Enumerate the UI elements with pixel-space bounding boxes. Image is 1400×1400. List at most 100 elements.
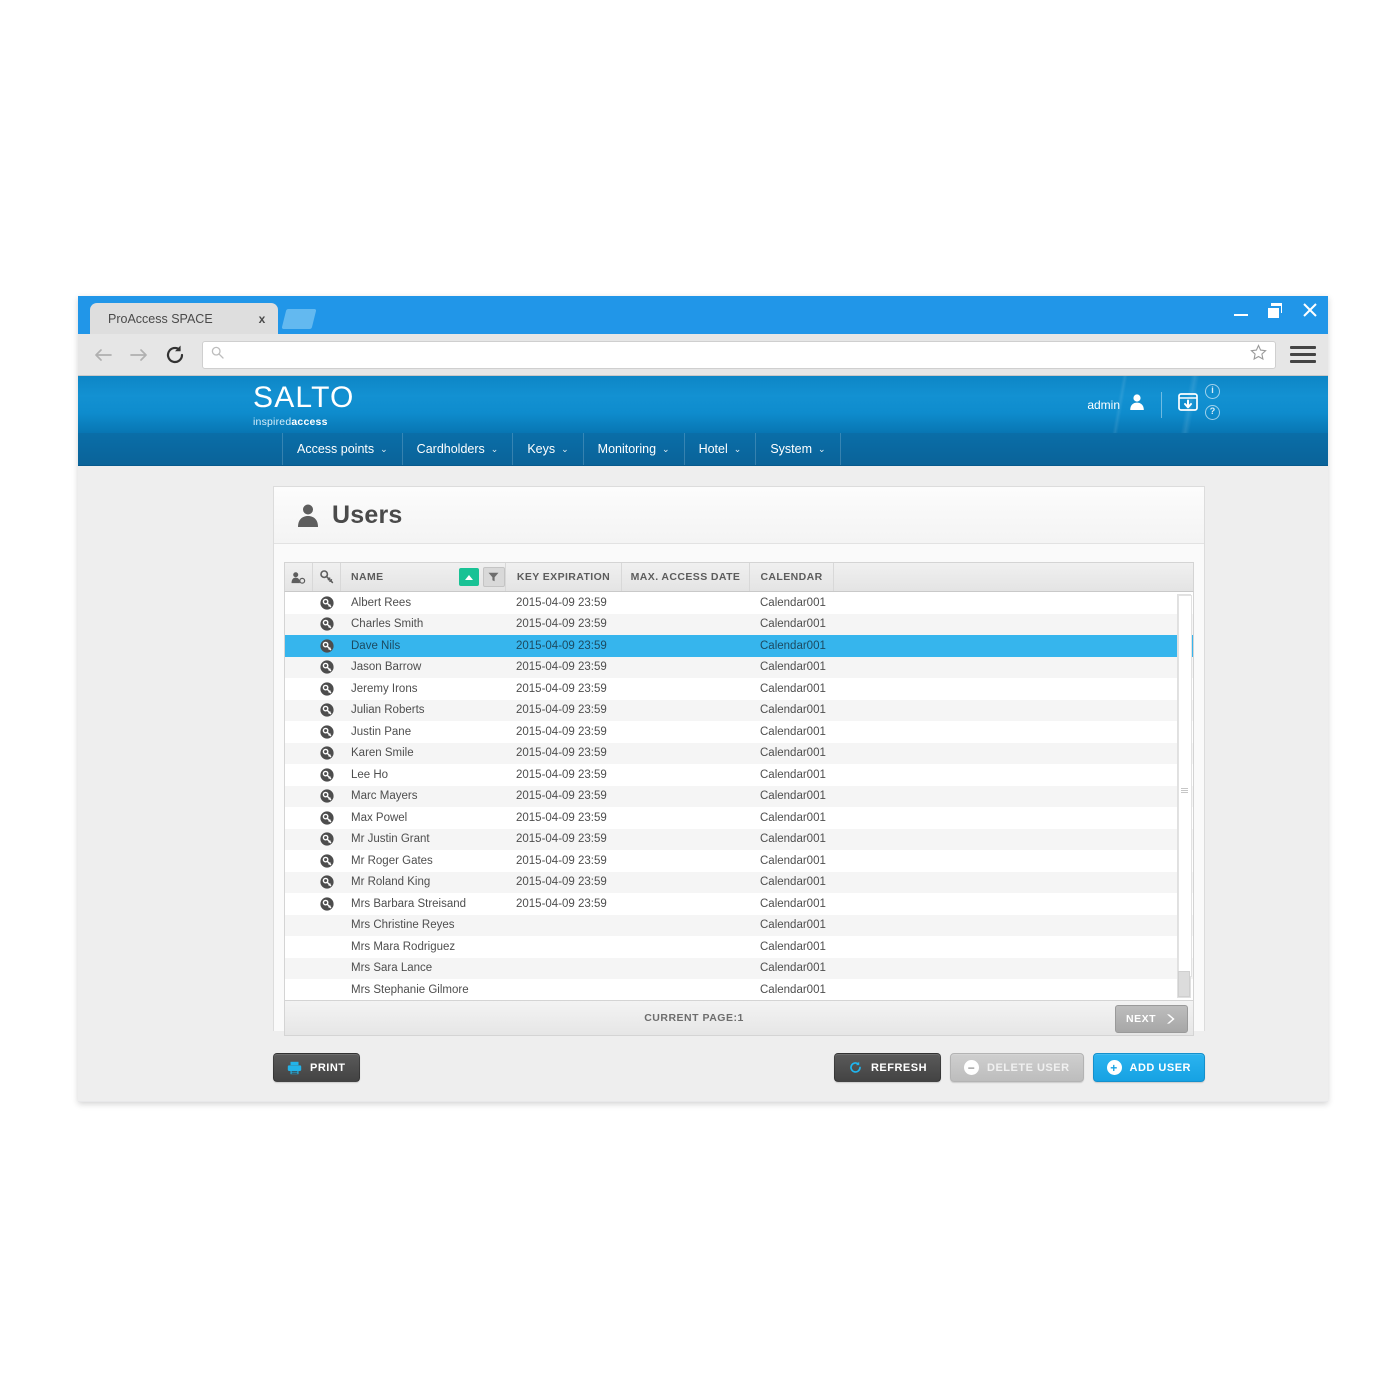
add-user-label: ADD USER: [1129, 1061, 1191, 1074]
row-calendar: Calendar001: [760, 897, 826, 910]
address-input[interactable]: [230, 346, 1244, 363]
column-header-max-access-date[interactable]: MAX. ACCESS DATE: [622, 563, 750, 591]
row-key-icon: [313, 875, 341, 889]
nav-item-system[interactable]: System ⌄: [756, 433, 841, 465]
header-divider: [1161, 391, 1162, 418]
row-name: Mr Roland King: [351, 876, 431, 889]
row-calendar: Calendar001: [760, 596, 826, 609]
row-calendar: Calendar001: [760, 618, 826, 631]
maximize-icon[interactable]: [1266, 300, 1286, 320]
row-name: Lee Ho: [351, 768, 389, 781]
browser-tab[interactable]: ProAccess SPACE x: [90, 303, 278, 334]
nav-item-access-points[interactable]: Access points ⌄: [282, 433, 403, 465]
action-bar: PRINT REFRESH − DELETE USER + ADD USER: [273, 1053, 1205, 1093]
user-avatar-icon[interactable]: [1127, 392, 1147, 417]
chevron-down-icon: ⌄: [818, 443, 826, 454]
filter-button[interactable]: [482, 567, 505, 587]
refresh-button[interactable]: REFRESH: [833, 1053, 942, 1082]
row-key-expiration: 2015-04-09 23:59: [516, 661, 607, 674]
table-row[interactable]: Mrs Mara Rodriguez Calendar001: [285, 936, 1193, 958]
back-arrow-icon[interactable]: [90, 342, 116, 368]
hamburger-menu-icon[interactable]: [1290, 346, 1316, 363]
row-name: Mrs Mara Rodriguez: [351, 940, 456, 953]
grid-vertical-scrollbar[interactable]: [1177, 594, 1192, 998]
next-page-label: NEXT: [1125, 1013, 1156, 1025]
application-area: SALTO inspiredaccess admin i ? Access po…: [78, 376, 1328, 1101]
row-calendar: Calendar001: [760, 919, 826, 932]
scrollbar-thumb[interactable]: [1178, 595, 1192, 977]
table-row[interactable]: Mrs Stephanie Gilmore Calendar001: [285, 979, 1193, 1000]
table-row[interactable]: Jason Barrow 2015-04-09 23:59 Calendar001: [285, 656, 1193, 678]
table-row[interactable]: Lee Ho 2015-04-09 23:59 Calendar001: [285, 764, 1193, 786]
info-icon[interactable]: i: [1205, 384, 1220, 399]
table-row[interactable]: Albert Rees 2015-04-09 23:59 Calendar001: [285, 592, 1193, 614]
row-key-icon: [313, 682, 341, 696]
row-calendar: Calendar001: [760, 833, 826, 846]
table-row[interactable]: Marc Mayers 2015-04-09 23:59 Calendar001: [285, 785, 1193, 807]
nav-item-keys[interactable]: Keys ⌄: [513, 433, 584, 465]
row-key-icon: [313, 639, 341, 653]
print-label: PRINT: [310, 1061, 346, 1074]
row-key-expiration: 2015-04-09 23:59: [516, 854, 607, 867]
chevron-down-icon: ⌄: [490, 443, 499, 454]
add-user-button[interactable]: + ADD USER: [1092, 1053, 1205, 1082]
nav-label: Keys: [527, 442, 556, 456]
row-calendar: Calendar001: [760, 639, 826, 652]
row-key-icon: [313, 596, 341, 610]
reload-icon[interactable]: [162, 342, 188, 368]
print-button[interactable]: PRINT: [273, 1053, 360, 1082]
header-right-group: admin: [1087, 376, 1200, 433]
minimize-icon[interactable]: [1232, 300, 1252, 320]
column-header-user-key[interactable]: [285, 563, 313, 591]
table-row[interactable]: Mrs Barbara Streisand 2015-04-09 23:59 Cal…: [285, 893, 1193, 915]
row-key-expiration: 2015-04-09 23:59: [516, 704, 607, 717]
table-row[interactable]: Mr Roland King 2015-04-09 23:59 Calendar00…: [285, 871, 1193, 893]
nav-item-monitoring[interactable]: Monitoring ⌄: [584, 433, 685, 465]
row-key-expiration: 2015-04-09 23:59: [516, 833, 607, 846]
row-name: Max Powel: [351, 811, 408, 824]
content-panel: Users NAME KEY EXPIRATION MAX. ACCESS DA…: [273, 486, 1205, 1036]
table-row[interactable]: Charles Smith 2015-04-09 23:59 Calendar001: [285, 613, 1193, 635]
table-row[interactable]: Jeremy Irons 2015-04-09 23:59 Calendar001: [285, 678, 1193, 700]
table-row[interactable]: Justin Pane 2015-04-09 23:59 Calendar001: [285, 721, 1193, 743]
row-calendar: Calendar001: [760, 747, 826, 760]
column-header-key-expiration[interactable]: KEY EXPIRATION: [506, 563, 622, 591]
nav-item-cardholders[interactable]: Cardholders ⌄: [403, 433, 514, 465]
table-row[interactable]: Mr Roger Gates 2015-04-09 23:59 Calendar00…: [285, 850, 1193, 872]
table-row[interactable]: Mr Justin Grant 2015-04-09 23:59 Calendar0…: [285, 828, 1193, 850]
row-key-icon: [313, 746, 341, 760]
delete-user-button[interactable]: − DELETE USER: [950, 1053, 1084, 1082]
close-icon[interactable]: [1300, 300, 1320, 320]
printer-icon: [287, 1061, 302, 1075]
row-name: Jeremy Irons: [351, 682, 418, 695]
table-row[interactable]: Dave Nils 2015-04-09 23:59 Calendar001: [285, 635, 1193, 657]
table-row[interactable]: Karen Smile 2015-04-09 23:59 Calendar001: [285, 742, 1193, 764]
new-tab-button[interactable]: [281, 309, 317, 329]
chevron-down-icon: ⌄: [380, 443, 388, 454]
screenshot-stage: ProAccess SPACE x SALTO inspiredaccess a…: [0, 0, 1400, 1400]
nav-item-hotel[interactable]: Hotel ⌄: [685, 433, 757, 465]
table-row[interactable]: Mrs Sara Lance Calendar001: [285, 957, 1193, 979]
address-bar[interactable]: [202, 340, 1276, 369]
forward-arrow-icon[interactable]: [126, 342, 152, 368]
help-icon[interactable]: ?: [1205, 405, 1220, 420]
close-icon[interactable]: x: [254, 312, 270, 326]
scrollbar-bottom-button[interactable]: [1178, 971, 1190, 997]
sort-ascending-button[interactable]: [458, 568, 479, 586]
column-header-calendar[interactable]: CALENDAR: [750, 563, 834, 591]
row-calendar: Calendar001: [760, 854, 826, 867]
download-install-icon[interactable]: [1176, 390, 1200, 419]
table-row[interactable]: Max Powel 2015-04-09 23:59 Calendar001: [285, 807, 1193, 829]
column-header-key[interactable]: [313, 563, 341, 591]
row-name: Mrs Christine Reyes: [351, 919, 455, 932]
logo-tagline-light: inspired: [253, 416, 292, 428]
nav-label: Hotel: [698, 442, 728, 456]
chevron-right-icon: [1167, 1014, 1175, 1024]
column-header-name[interactable]: NAME: [341, 563, 458, 591]
nav-label: Cardholders: [416, 442, 485, 456]
refresh-icon: [848, 1060, 863, 1075]
table-row[interactable]: Mrs Christine Reyes Calendar001: [285, 914, 1193, 936]
table-row[interactable]: Julian Roberts 2015-04-09 23:59 Calendar00…: [285, 699, 1193, 721]
next-page-button[interactable]: NEXT: [1114, 1005, 1188, 1033]
star-icon[interactable]: [1250, 343, 1267, 366]
